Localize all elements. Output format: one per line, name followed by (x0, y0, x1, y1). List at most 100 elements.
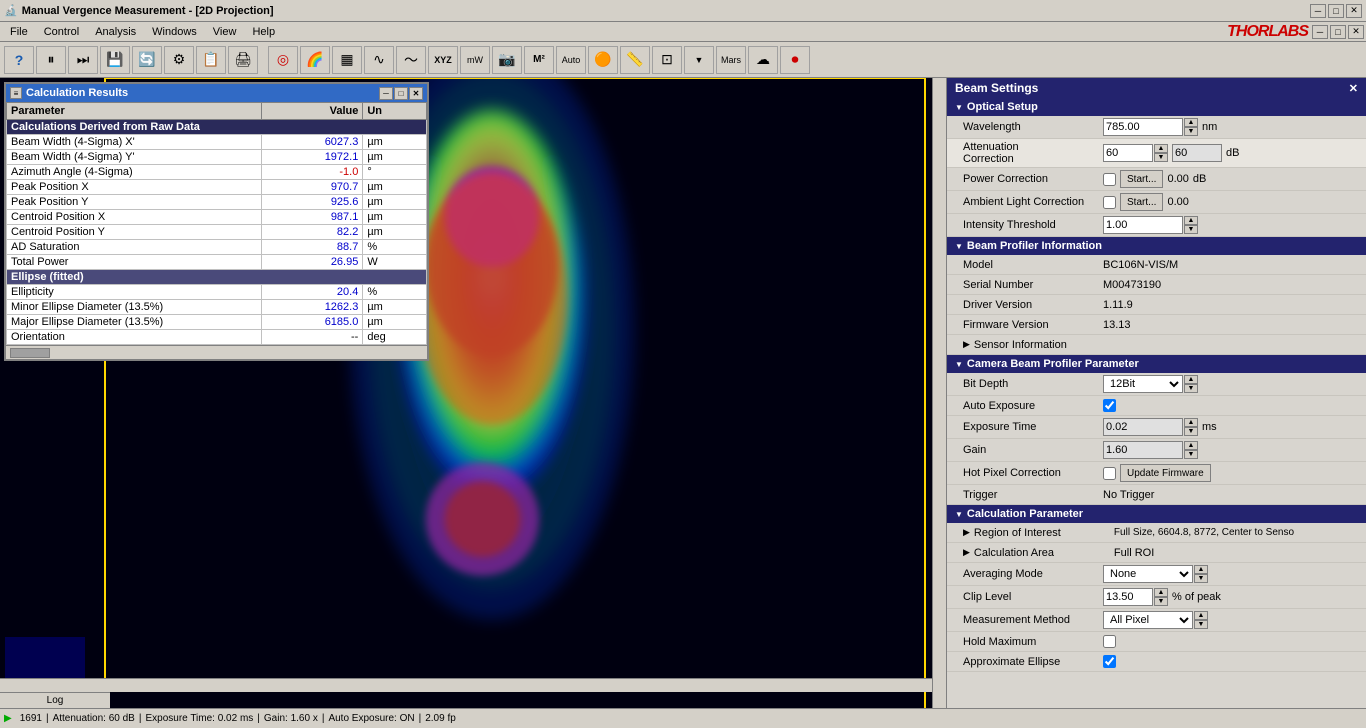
calc-results-controls[interactable]: ─ □ ✕ (379, 87, 423, 100)
right-panel-close-btn[interactable]: ✕ (1349, 82, 1358, 95)
sensor-info-row[interactable]: ▶ Sensor Information (947, 335, 1366, 355)
pause-btn[interactable]: ⏸ (36, 46, 66, 74)
calc-close-btn[interactable]: ✕ (409, 87, 423, 100)
intensity-threshold-spin[interactable]: ▲ ▼ (1184, 216, 1198, 234)
wave2-btn[interactable]: 〜 (396, 46, 426, 74)
exposure-time-spin-down[interactable]: ▼ (1184, 427, 1198, 436)
cam-btn[interactable]: 📷 (492, 46, 522, 74)
attenuation-spin[interactable]: ▲ ▼ (1154, 144, 1168, 162)
menu-windows[interactable]: Windows (144, 25, 205, 39)
menu-file[interactable]: File (2, 25, 36, 39)
grid-btn[interactable]: ▦ (332, 46, 362, 74)
cloud-btn[interactable]: ☁ (748, 46, 778, 74)
gradient-btn[interactable]: 🟠 (588, 46, 618, 74)
clip-level-input[interactable] (1103, 588, 1153, 606)
bit-depth-select[interactable]: 12Bit 8Bit (1103, 375, 1183, 393)
intensity-threshold-input[interactable] (1103, 216, 1183, 234)
auto-btn[interactable]: Auto (556, 46, 586, 74)
wave-btn[interactable]: ∿ (364, 46, 394, 74)
power-correction-checkbox[interactable] (1103, 173, 1116, 186)
title-bar-controls[interactable]: ─ □ ✕ (1310, 4, 1362, 18)
clip-level-spin-down[interactable]: ▼ (1154, 597, 1168, 606)
attenuation-spin-down[interactable]: ▼ (1154, 153, 1168, 162)
close-btn[interactable]: ✕ (1346, 4, 1362, 18)
capture-btn[interactable]: Mars (716, 46, 746, 74)
colormap-btn[interactable]: ◎ (268, 46, 298, 74)
hot-pixel-checkbox[interactable] (1103, 467, 1116, 480)
menu-analysis[interactable]: Analysis (87, 25, 144, 39)
roi-row[interactable]: ▶ Region of Interest Full Size, 6604.8, … (947, 523, 1366, 543)
menu-help[interactable]: Help (244, 25, 283, 39)
reset-btn[interactable]: 🔄 (132, 46, 162, 74)
bit-depth-spin[interactable]: ▲ ▼ (1184, 375, 1198, 393)
gain-input[interactable] (1103, 441, 1183, 459)
wavelength-input[interactable] (1103, 118, 1183, 136)
update-firmware-btn[interactable]: Update Firmware (1120, 464, 1211, 482)
step-btn[interactable]: ⏭ (68, 46, 98, 74)
unit-peak-x: µm (363, 180, 427, 195)
measure-btn[interactable]: 📏 (620, 46, 650, 74)
optical-setup-section[interactable]: ▼ Optical Setup (947, 98, 1366, 116)
meas-method-spin-down[interactable]: ▼ (1194, 620, 1208, 629)
bit-depth-spin-down[interactable]: ▼ (1184, 384, 1198, 393)
power-correction-start-btn[interactable]: Start... (1120, 170, 1163, 188)
help-btn[interactable]: ? (4, 46, 34, 74)
attenuation2-input[interactable] (1172, 144, 1222, 162)
intensity-threshold-spin-down[interactable]: ▼ (1184, 225, 1198, 234)
h-scrollbar[interactable] (0, 678, 946, 692)
attenuation-input[interactable] (1103, 144, 1153, 162)
palette-btn[interactable]: 🌈 (300, 46, 330, 74)
zoom-btn[interactable]: ⊡ (652, 46, 682, 74)
gain-spin-down[interactable]: ▼ (1184, 450, 1198, 459)
exposure-time-spin-up[interactable]: ▲ (1184, 418, 1198, 427)
auto-exposure-checkbox[interactable] (1103, 399, 1116, 412)
approx-ellipse-checkbox[interactable] (1103, 655, 1116, 668)
panel-max[interactable]: □ (1330, 25, 1346, 39)
settings-btn[interactable]: ⚙ (164, 46, 194, 74)
calc-scrollbar-h[interactable] (6, 345, 427, 359)
meas-method-spin-up[interactable]: ▲ (1194, 611, 1208, 620)
calc-restore-btn[interactable]: □ (394, 87, 408, 100)
minimize-btn[interactable]: ─ (1310, 4, 1326, 18)
panel-close[interactable]: ✕ (1348, 25, 1364, 39)
wavelength-spin-down[interactable]: ▼ (1184, 127, 1198, 136)
mw-btn[interactable]: mW (460, 46, 490, 74)
zoom-drop[interactable]: ▼ (684, 46, 714, 74)
calc-min-btn[interactable]: ─ (379, 87, 393, 100)
menu-view[interactable]: View (205, 25, 245, 39)
calc-params-section[interactable]: ▼ Calculation Parameter (947, 505, 1366, 523)
wavelength-spin[interactable]: ▲ ▼ (1184, 118, 1198, 136)
gain-spin[interactable]: ▲ ▼ (1184, 441, 1198, 459)
averaging-select[interactable]: None 2 4 8 (1103, 565, 1193, 583)
calc-area-row[interactable]: ▶ Calculation Area Full ROI (947, 543, 1366, 563)
xyz-btn[interactable]: XYZ (428, 46, 458, 74)
print-btn[interactable]: 🖨 (228, 46, 258, 74)
averaging-spin-down[interactable]: ▼ (1194, 574, 1208, 583)
beam-profiler-info-section[interactable]: ▼ Beam Profiler Information (947, 237, 1366, 255)
meas-method-spin[interactable]: ▲ ▼ (1194, 611, 1208, 629)
clip-level-spin[interactable]: ▲ ▼ (1154, 588, 1168, 606)
m2-btn[interactable]: M² (524, 46, 554, 74)
averaging-spin-up[interactable]: ▲ (1194, 565, 1208, 574)
averaging-spin[interactable]: ▲ ▼ (1194, 565, 1208, 583)
gain-spin-up[interactable]: ▲ (1184, 441, 1198, 450)
attenuation-spin-up[interactable]: ▲ (1154, 144, 1168, 153)
bit-depth-spin-up[interactable]: ▲ (1184, 375, 1198, 384)
maximize-btn[interactable]: □ (1328, 4, 1344, 18)
menu-control[interactable]: Control (36, 25, 87, 39)
save-btn[interactable]: 💾 (100, 46, 130, 74)
intensity-threshold-spin-up[interactable]: ▲ (1184, 216, 1198, 225)
meas-method-select[interactable]: All Pixel 4-Sigma D86 (1103, 611, 1193, 629)
copy-btn[interactable]: 📋 (196, 46, 226, 74)
clip-level-spin-up[interactable]: ▲ (1154, 588, 1168, 597)
camera-params-section[interactable]: ▼ Camera Beam Profiler Parameter (947, 355, 1366, 373)
ambient-light-start-btn[interactable]: Start... (1120, 193, 1163, 211)
panel-min[interactable]: ─ (1312, 25, 1328, 39)
exposure-time-input[interactable] (1103, 418, 1183, 436)
ambient-light-checkbox[interactable] (1103, 196, 1116, 209)
record-btn[interactable]: ⏺ (780, 46, 810, 74)
exposure-time-spin[interactable]: ▲ ▼ (1184, 418, 1198, 436)
wavelength-spin-up[interactable]: ▲ (1184, 118, 1198, 127)
hold-max-checkbox[interactable] (1103, 635, 1116, 648)
v-scrollbar[interactable] (932, 78, 946, 708)
